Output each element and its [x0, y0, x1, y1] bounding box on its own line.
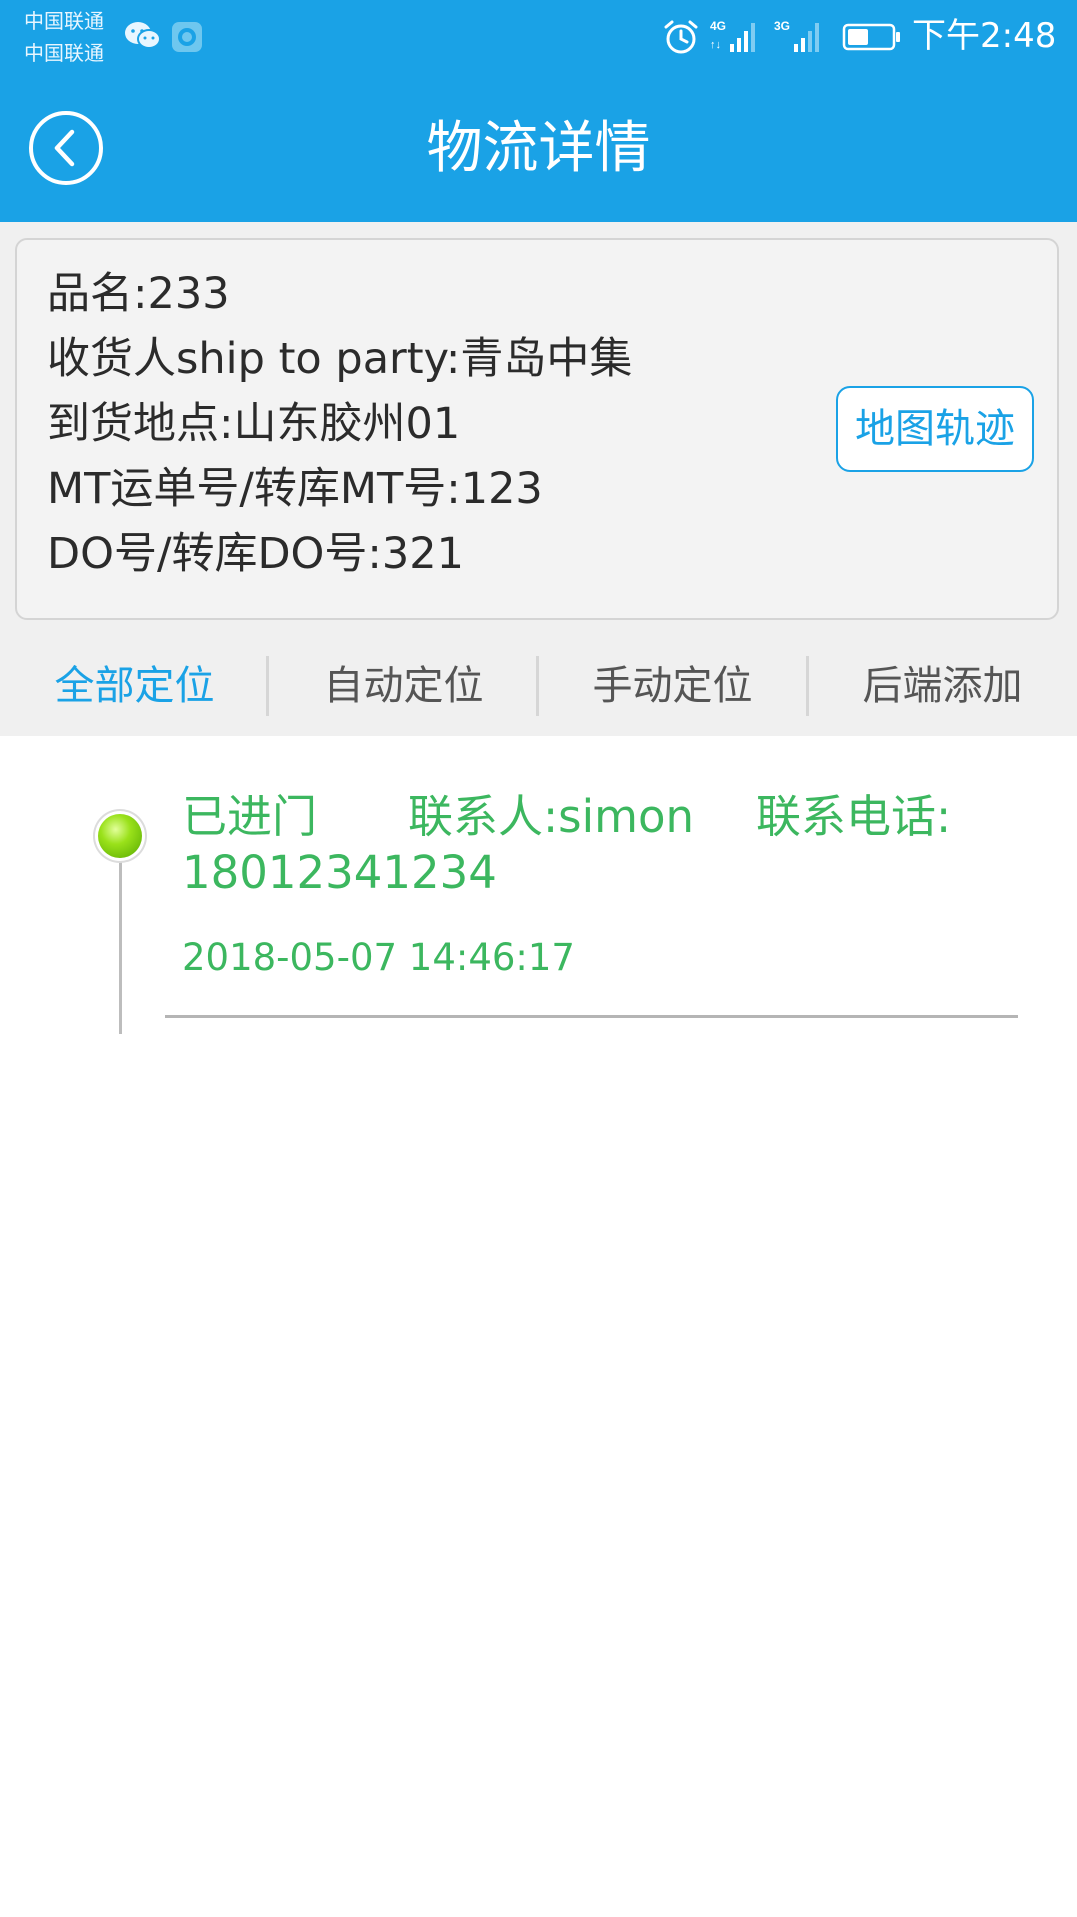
destination: 到货地点:山东胶州01 — [47, 399, 461, 449]
shipment-info-section: 品名:233 收货人ship to party:青岛中集 到货地点:山东胶州01… — [0, 222, 1077, 636]
battery-icon — [842, 23, 900, 51]
header-bar: 物流详情 — [0, 80, 1077, 222]
carrier-label-1: 中国联通 — [24, 9, 104, 33]
signal-4g-icon: 4G ↑↓ — [710, 19, 755, 52]
consignee: 收货人ship to party:青岛中集 — [47, 334, 633, 384]
status-time: 下午2:48 — [912, 16, 1057, 56]
tracking-timeline: 已进门 联系人:simon 联系电话: 18012341234 2018-05-… — [0, 736, 1077, 1076]
tab-auto-locations[interactable]: 自动定位 — [269, 636, 538, 736]
signal-3g-icon: 3G — [774, 19, 819, 52]
tab-all-locations[interactable]: 全部定位 — [0, 636, 269, 736]
event-divider — [165, 1015, 1018, 1018]
tab-manual-locations[interactable]: 手动定位 — [538, 636, 807, 736]
map-track-button[interactable]: 地图轨迹 — [836, 386, 1034, 472]
event-phone: 18012341234 — [182, 846, 497, 899]
timeline-line — [119, 836, 122, 1034]
event-contact: 联系人:simon — [408, 790, 694, 843]
svg-text:4G: 4G — [710, 19, 726, 33]
event-status: 已进门 — [182, 790, 318, 843]
shield-icon — [172, 22, 202, 52]
wechat-icon — [125, 22, 161, 49]
shipment-info-card: 品名:233 收货人ship to party:青岛中集 到货地点:山东胶州01… — [15, 238, 1059, 620]
timeline-dot-icon — [98, 814, 142, 858]
page-title: 物流详情 — [426, 116, 651, 181]
event-phone-label: 联系电话: — [756, 790, 952, 843]
tab-backend-added[interactable]: 后端添加 — [808, 636, 1077, 736]
location-filter-tabs: 全部定位 自动定位 手动定位 后端添加 — [0, 636, 1077, 736]
product-name: 品名:233 — [47, 269, 230, 319]
event-time: 2018-05-07 14:46:17 — [182, 936, 575, 979]
status-bar: 中国联通 中国联通 4G ↑↓ 3G 下午2:48 — [0, 0, 1077, 80]
mt-number: MT运单号/转库MT号:123 — [47, 464, 543, 514]
svg-text:↑↓: ↑↓ — [710, 39, 721, 51]
do-number: DO号/转库DO号:321 — [47, 529, 464, 579]
carrier-label-2: 中国联通 — [24, 41, 104, 65]
svg-text:3G: 3G — [774, 19, 790, 33]
alarm-icon — [664, 20, 698, 54]
